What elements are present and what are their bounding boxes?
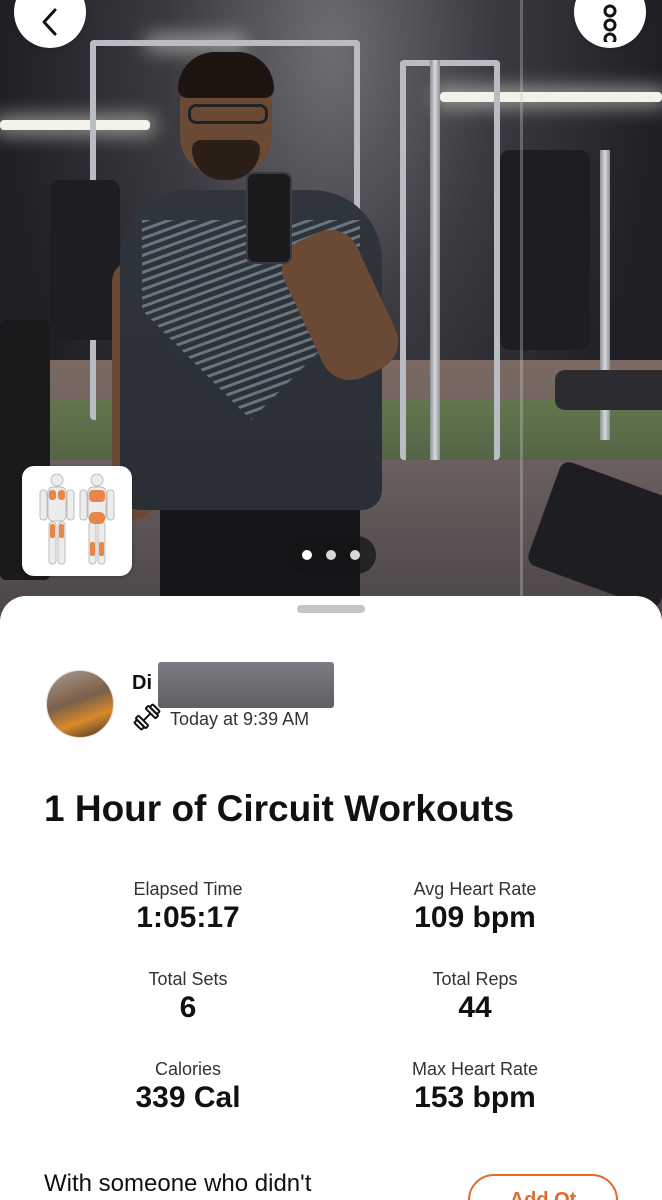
- dumbbell-icon: [132, 702, 162, 737]
- stat-value: 1:05:17: [136, 901, 240, 934]
- cable-machine: [400, 60, 500, 460]
- workout-title: 1 Hour of Circuit Workouts: [44, 788, 515, 829]
- stat-label: Calories: [154, 1059, 222, 1079]
- stat-label: Max Heart Rate: [411, 1059, 539, 1079]
- stat-total-sets: Total Sets 6: [58, 968, 318, 1026]
- stat-label: Avg Heart Rate: [413, 879, 537, 899]
- workout-detail-sheet: Di Today at 9:39 AM 1 Hour of Circuit Wo…: [0, 596, 662, 1200]
- mirror-edge: [520, 0, 523, 620]
- post-meta: Today at 9:39 AM: [132, 702, 309, 737]
- add-others-button[interactable]: Add Ot: [468, 1174, 618, 1200]
- post-time: Today at 9:39 AM: [170, 709, 310, 729]
- stat-avg-heart-rate: Avg Heart Rate 109 bpm: [345, 878, 605, 936]
- stat-value: 153 bpm: [414, 1081, 536, 1114]
- stat-label: Total Reps: [432, 969, 518, 989]
- body-muscle-icon: [39, 473, 115, 565]
- muscle-map-thumbnail[interactable]: [22, 466, 132, 576]
- stat-value: 339 Cal: [135, 1081, 241, 1114]
- weight-stack: [50, 180, 120, 340]
- weight-stack: [500, 150, 590, 350]
- stat-calories: Calories 339 Cal: [58, 1058, 318, 1116]
- person-hair: [178, 52, 274, 98]
- stat-elapsed-time: Elapsed Time 1:05:17: [58, 878, 318, 936]
- gym-bench: [555, 370, 662, 410]
- stat-max-heart-rate: Max Heart Rate 153 bpm: [345, 1058, 605, 1116]
- avatar[interactable]: [46, 670, 114, 738]
- page-dot: [350, 550, 360, 560]
- page-dot: [302, 550, 312, 560]
- tag-prompt-text: With someone who didn't: [44, 1170, 312, 1197]
- person-glasses: [188, 104, 268, 124]
- chevron-left-icon: [39, 7, 61, 42]
- page-dot: [326, 550, 336, 560]
- stat-value: 6: [179, 991, 197, 1024]
- stat-label: Elapsed Time: [133, 879, 243, 899]
- sheet-grabber[interactable]: [297, 605, 365, 613]
- stat-total-reps: Total Reps 44: [345, 968, 605, 1026]
- phone: [246, 172, 292, 264]
- author-name[interactable]: Di: [132, 672, 152, 695]
- stat-label: Total Sets: [148, 969, 228, 989]
- more-vertical-icon: [601, 2, 619, 47]
- machine-pole: [430, 60, 440, 460]
- stat-value: 44: [458, 991, 492, 1024]
- photo-page-indicator: [286, 536, 376, 574]
- stat-value: 109 bpm: [414, 901, 536, 934]
